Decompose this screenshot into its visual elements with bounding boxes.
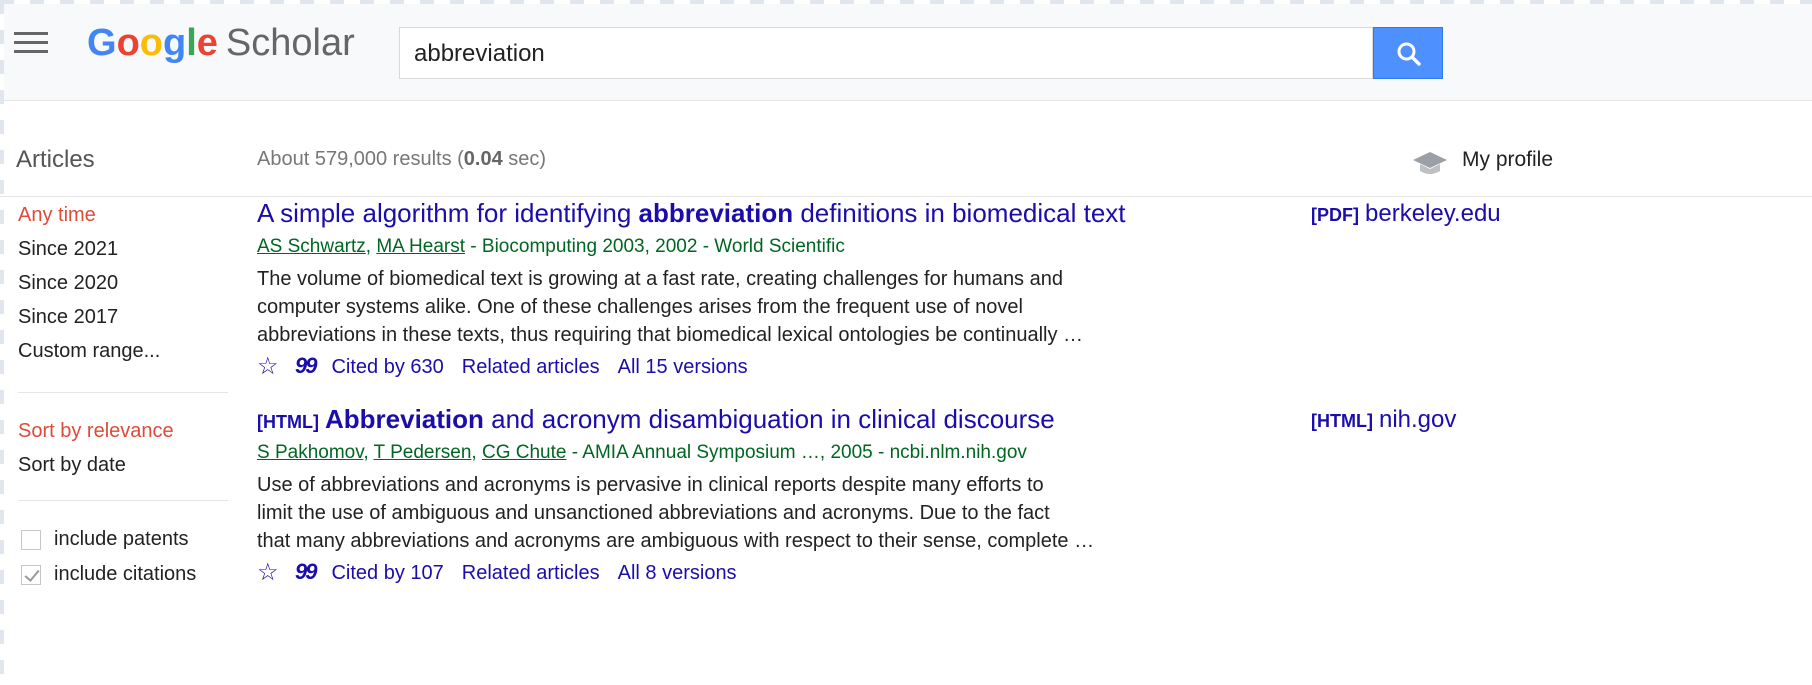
author-link[interactable]: S Pakhomov xyxy=(257,442,363,463)
results-count: About 579,000 results (0.04 sec) xyxy=(257,148,547,170)
cited-by-link[interactable]: Cited by 107 xyxy=(331,562,443,584)
related-articles-link[interactable]: Related articles xyxy=(462,562,600,584)
result-title-link[interactable]: [HTML] Abbreviation and acronym disambigu… xyxy=(257,404,1055,435)
result-authors: S Pakhomov, T Pedersen, CG Chute - AMIA … xyxy=(257,442,1027,463)
search-icon xyxy=(1397,42,1421,66)
checkmark-icon xyxy=(24,566,40,582)
cite-icon[interactable]: 99 xyxy=(295,353,318,379)
author-link[interactable]: CG Chute xyxy=(482,442,566,463)
top-header: Google Scholar abbreviation xyxy=(0,0,1812,101)
filter-since-2021[interactable]: Since 2021 xyxy=(18,238,118,261)
result-actions: ☆ 99 Cited by 630 Related articles All 15 ve… xyxy=(257,352,766,382)
filter-since-2020[interactable]: Since 2020 xyxy=(18,272,118,295)
full-text-link[interactable]: [HTML] nih.gov xyxy=(1311,406,1456,434)
search-input[interactable]: abbreviation xyxy=(399,27,1373,79)
filter-custom-range[interactable]: Custom range... xyxy=(18,340,160,363)
author-link[interactable]: AS Schwartz xyxy=(257,236,366,257)
star-icon[interactable]: ☆ xyxy=(257,352,279,381)
frame-decoration-top xyxy=(0,0,1812,4)
sort-by-date[interactable]: Sort by date xyxy=(18,454,126,477)
full-text-link[interactable]: [PDF] berkeley.edu xyxy=(1311,200,1501,228)
author-link[interactable]: T Pedersen xyxy=(374,442,472,463)
cited-by-link[interactable]: Cited by 630 xyxy=(331,356,443,378)
sidebar-divider xyxy=(18,392,228,393)
frame-decoration-left xyxy=(0,0,4,685)
hamburger-menu-icon[interactable] xyxy=(14,28,48,58)
include-patents-checkbox[interactable] xyxy=(21,530,41,550)
subheader-divider xyxy=(0,196,1812,197)
related-articles-link[interactable]: Related articles xyxy=(462,356,600,378)
author-link[interactable]: MA Hearst xyxy=(376,236,465,257)
result-snippet: Use of abbreviations and acronyms is per… xyxy=(257,474,1095,552)
result-authors: AS Schwartz, MA Hearst - Biocomputing 20… xyxy=(257,236,845,257)
my-profile-label: My profile xyxy=(1462,148,1554,171)
all-versions-link[interactable]: All 8 versions xyxy=(618,562,737,584)
sidebar-divider xyxy=(18,500,228,501)
graduation-cap-icon xyxy=(1413,152,1447,174)
result-title-link[interactable]: A simple algorithm for identifying abbre… xyxy=(257,198,1126,229)
google-scholar-logo[interactable]: Google Scholar xyxy=(87,18,355,68)
search-button[interactable] xyxy=(1373,27,1443,79)
filter-any-time[interactable]: Any time xyxy=(18,204,96,227)
include-citations-label: include citations xyxy=(54,563,197,585)
include-patents-label: include patents xyxy=(54,528,189,550)
articles-label: Articles xyxy=(16,146,95,173)
result-actions: ☆ 99 Cited by 107 Related articles All 8 ver… xyxy=(257,558,755,588)
result-snippet: The volume of biomedical text is growing… xyxy=(257,268,1084,346)
filter-since-2017[interactable]: Since 2017 xyxy=(18,306,118,329)
cite-icon[interactable]: 99 xyxy=(295,559,318,585)
star-icon[interactable]: ☆ xyxy=(257,558,279,587)
include-citations-checkbox[interactable] xyxy=(21,565,41,585)
all-versions-link[interactable]: All 15 versions xyxy=(618,356,748,378)
sort-by-relevance[interactable]: Sort by relevance xyxy=(18,420,174,443)
